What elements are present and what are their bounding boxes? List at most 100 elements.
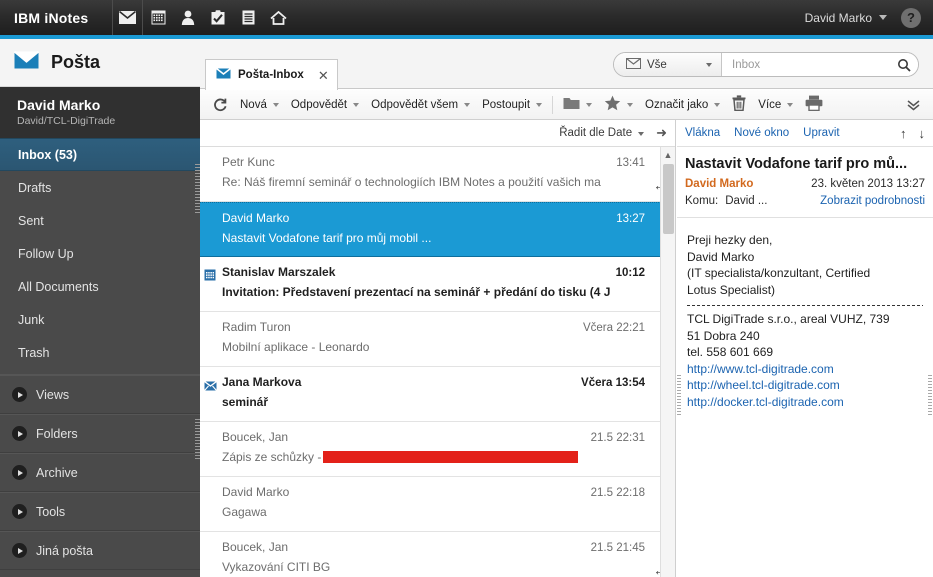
threads-link[interactable]: Vlákna	[685, 127, 720, 139]
show-details-link[interactable]: Zobrazit podrobnosti	[820, 195, 925, 207]
signature-link[interactable]: http://wheel.tcl-digitrade.com	[687, 377, 923, 394]
help-icon[interactable]: ?	[901, 7, 921, 28]
forward-button[interactable]: Postoupit	[476, 92, 548, 118]
message-date: 23. květen 2013 13:27	[811, 178, 925, 190]
scope-mail-icon	[626, 56, 641, 74]
sidebar-group-tools[interactable]: Tools	[0, 492, 200, 531]
calendar-icon[interactable]	[143, 0, 173, 35]
sidebar-item-label: Follow Up	[18, 246, 74, 261]
new-window-link[interactable]: Nové okno	[734, 127, 789, 139]
message-list-scrollbar[interactable]: ▲	[660, 147, 675, 577]
sidebar-item-all-documents[interactable]: All Documents	[0, 270, 200, 303]
refresh-icon[interactable]	[206, 92, 234, 118]
signature-line: tel. 558 601 669	[687, 345, 774, 359]
table-row[interactable]: Jana Markova Včera 13:54 seminář	[200, 367, 675, 422]
message-subject: seminář	[222, 395, 269, 409]
table-row[interactable]: David Marko 21.5 22:18 Gagawa	[200, 477, 675, 532]
message-time: 10:12	[615, 267, 645, 279]
sort-direction-icon[interactable]: ➜	[656, 125, 667, 141]
sidebar-item-label: Drafts	[18, 180, 52, 195]
new-button-label: Nová	[240, 98, 267, 111]
chevron-right-icon	[12, 465, 27, 480]
toolbar-divider	[552, 95, 554, 114]
sidebar-group-label: Tools	[36, 504, 66, 519]
reading-pane-resize-handle-right[interactable]	[928, 375, 932, 415]
signature-line: TCL DigiTrade s.r.o., areal VUHZ, 739	[687, 312, 890, 326]
table-row[interactable]: Radim Turon Včera 22:21 Mobilní aplikace…	[200, 312, 675, 367]
table-row[interactable]: David Marko 13:27 Nastavit Vodafone tari…	[200, 202, 675, 257]
tab-posta-inbox[interactable]: Pošta-Inbox ✕	[205, 59, 338, 90]
message-sender: Radim Turon	[222, 320, 291, 334]
trash-icon	[732, 95, 746, 114]
sidebar-group-label: Archive	[36, 465, 78, 480]
sidebar-group-views[interactable]: Views	[0, 375, 200, 414]
reply-all-button-label: Odpovědět všem	[371, 98, 459, 111]
reply-button-label: Odpovědět	[290, 98, 348, 111]
mail-envelope-icon	[13, 50, 40, 74]
tab-mail-icon	[216, 66, 231, 84]
body-line: (IT specialista/konzultant, Certified	[687, 266, 871, 280]
sidebar-item-sent[interactable]: Sent	[0, 204, 200, 237]
follow-up-button[interactable]	[598, 92, 639, 118]
message-subject: Zápis ze schůzky -	[222, 450, 322, 464]
mark-as-label: Označit jako	[645, 98, 709, 111]
message-time: Včera 13:54	[581, 377, 645, 389]
chevron-down-icon	[787, 102, 794, 107]
previous-message-icon[interactable]: ↑	[900, 126, 907, 141]
more-button[interactable]: Více	[752, 92, 799, 118]
star-icon	[604, 95, 621, 114]
table-row[interactable]: Boucek, Jan 21.5 21:45 Vykazování CITI B…	[200, 532, 675, 577]
home-icon[interactable]	[263, 0, 293, 35]
chevron-down-icon	[714, 102, 721, 107]
signature-link[interactable]: http://www.tcl-digitrade.com	[687, 361, 923, 378]
sidebar-user-name: David Marko	[17, 97, 101, 113]
sidebar-item-trash[interactable]: Trash	[0, 336, 200, 369]
sidebar-item-inbox[interactable]: Inbox (53)	[0, 138, 200, 171]
scrollbar-thumb[interactable]	[663, 164, 674, 234]
toolbar-overflow-button[interactable]	[900, 92, 927, 118]
reply-all-button[interactable]: Odpovědět všem	[365, 92, 476, 118]
more-button-label: Více	[758, 98, 782, 111]
user-menu[interactable]: David Marko ?	[805, 0, 933, 35]
message-sender-name[interactable]: David Marko	[685, 178, 753, 190]
sidebar-item-follow-up[interactable]: Follow Up	[0, 237, 200, 270]
chevron-down-icon	[706, 62, 712, 67]
new-button[interactable]: Nová	[234, 92, 285, 118]
sort-dropdown[interactable]: Řadit dle Date	[559, 127, 645, 139]
table-row[interactable]: Stanislav Marszalek 10:12 Invitation: Př…	[200, 257, 675, 312]
reading-pane: Vlákna Nové okno Upravit ↑ ↓ Nastavit Vo…	[677, 120, 933, 577]
sidebar-item-label: Inbox (53)	[18, 147, 78, 162]
contacts-icon[interactable]	[173, 0, 203, 35]
reading-pane-resize-handle[interactable]	[677, 375, 681, 415]
move-to-folder-button[interactable]	[557, 92, 598, 118]
mail-icon[interactable]	[113, 0, 143, 35]
next-message-icon[interactable]: ↓	[919, 126, 926, 141]
search-scope-dropdown[interactable]: Vše	[614, 53, 722, 76]
sidebar-group-archive[interactable]: Archive	[0, 453, 200, 492]
search-bar: Vše Inbox	[613, 52, 919, 77]
search-icon[interactable]	[890, 53, 918, 76]
todo-icon[interactable]	[203, 0, 233, 35]
sidebar-item-label: Sent	[18, 213, 44, 228]
sidebar-item-junk[interactable]: Junk	[0, 303, 200, 336]
sidebar-group-other-mail[interactable]: Jiná pošta	[0, 531, 200, 570]
sidebar-item-drafts[interactable]: Drafts	[0, 171, 200, 204]
scroll-up-icon[interactable]: ▲	[661, 147, 675, 162]
reply-button[interactable]: Odpovědět	[285, 92, 365, 118]
message-time: 13:41	[616, 157, 645, 169]
edit-link[interactable]: Upravit	[803, 127, 839, 139]
search-input[interactable]: Inbox	[722, 53, 890, 76]
tab-label: Pošta-Inbox	[238, 69, 304, 81]
notebook-icon[interactable]	[233, 0, 263, 35]
sidebar-user-block: David Marko David/TCL-DigiTrade	[0, 87, 200, 138]
table-row[interactable]: Boucek, Jan 21.5 22:31 Zápis ze schůzky …	[200, 422, 675, 477]
chevron-down-icon	[638, 132, 645, 136]
signature-divider	[687, 305, 923, 306]
close-icon[interactable]: ✕	[318, 69, 329, 82]
table-row[interactable]: Petr Kunc 13:41 Re: Náš firemní seminář …	[200, 147, 675, 202]
sidebar-group-folders[interactable]: Folders	[0, 414, 200, 453]
signature-link[interactable]: http://docker.tcl-digitrade.com	[687, 394, 923, 411]
delete-button[interactable]	[726, 92, 752, 118]
print-button[interactable]	[799, 92, 829, 118]
mark-as-button[interactable]: Označit jako	[639, 92, 726, 118]
